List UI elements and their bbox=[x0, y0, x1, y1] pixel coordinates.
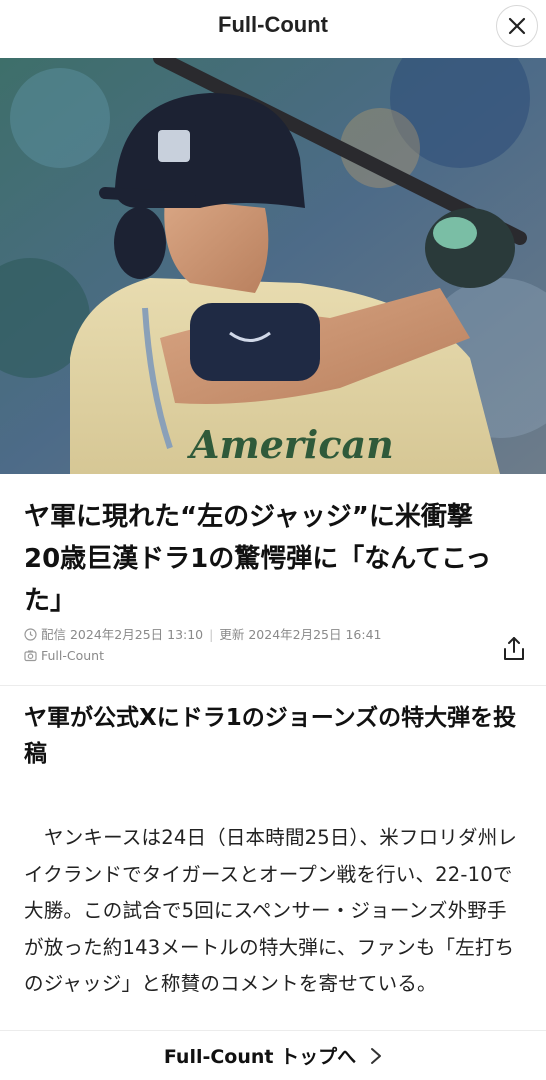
top-bar: Full-Count bbox=[0, 0, 546, 58]
article-meta: 配信 2024年2月25日 13:10 | 更新 2024年2月25日 16:4… bbox=[24, 624, 494, 666]
share-icon bbox=[504, 637, 524, 660]
top-page-link[interactable]: Full-Count トップへ bbox=[164, 1042, 382, 1069]
chevron-right-icon bbox=[370, 1047, 382, 1065]
article-body: ヤンキースは24日（日本時間25日）、米フロリダ州レイクランドでタイガースとオー… bbox=[24, 826, 518, 995]
site-title: Full-Count bbox=[218, 12, 328, 37]
published-date: 配信 2024年2月25日 13:10 bbox=[41, 627, 204, 642]
photo-source: Full-Count bbox=[41, 648, 105, 663]
jersey-text: American bbox=[187, 422, 394, 467]
camera-icon bbox=[24, 650, 37, 662]
clock-icon bbox=[24, 628, 37, 641]
share-button[interactable] bbox=[500, 634, 528, 664]
article-headline: ヤ軍に現れた“左のジャッジ”に米衝撃 20歳巨漢ドラ1の驚愕弾に「なんてこった」 bbox=[24, 502, 499, 616]
article-subheading: ヤ軍が公式Xにドラ1のジョーンズの特大弾を投稿 bbox=[24, 705, 517, 767]
close-button[interactable] bbox=[496, 5, 538, 47]
content-fade bbox=[0, 992, 546, 1032]
meta-divider-line bbox=[0, 685, 546, 686]
updated-date: 更新 2024年2月25日 16:41 bbox=[219, 627, 382, 642]
bottom-bar: Full-Count トップへ bbox=[0, 1030, 546, 1080]
meta-divider: | bbox=[209, 627, 214, 642]
hero-image: American bbox=[0, 58, 546, 474]
top-page-link-label: Full-Count トップへ bbox=[163, 1046, 357, 1068]
close-icon bbox=[508, 17, 526, 35]
